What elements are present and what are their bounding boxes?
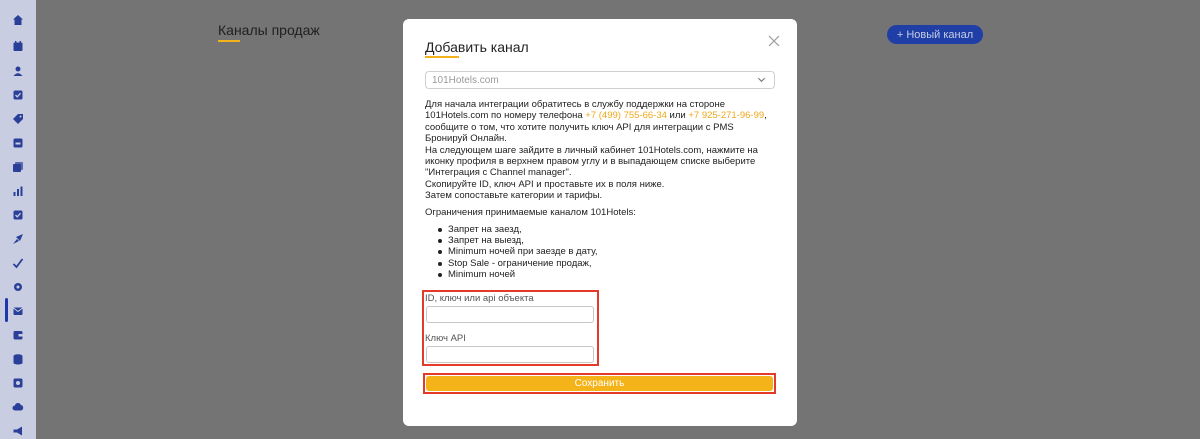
phone-link-2[interactable]: +7 925-271-96-99 [688,110,764,121]
chart-icon[interactable] [12,185,24,197]
add-channel-modal: Добавить канал 101Hotels.com Для начала … [403,19,797,426]
sidebar-active-indicator [5,298,8,322]
mail-check-icon[interactable] [12,209,24,221]
close-icon[interactable] [767,34,781,48]
tag-icon[interactable] [12,113,24,125]
instructions-paragraph-2: На следующем шаге зайдите в личный кабин… [425,144,758,179]
phone-link-1[interactable]: +7 (499) 755-66-34 [585,110,667,121]
list-item: Запрет на выезд, [435,235,598,246]
page-title-underline [218,40,240,42]
api-key-field[interactable] [426,346,594,363]
new-channel-button[interactable]: + Новый канал [887,25,983,44]
modal-title-underline [425,56,459,58]
list-item: Stop Sale - ограничение продаж, [435,258,598,269]
list-item: Minimum ночей [435,269,598,280]
settings-icon[interactable] [12,281,24,293]
limits-title: Ограничения принимаемые каналом 101Hotel… [425,207,636,218]
channels-icon[interactable] [12,305,24,317]
list-item: Запрет на заезд, [435,224,598,235]
integration-instructions: Для начала интеграции обратитесь в служб… [425,99,775,202]
user-icon[interactable] [12,65,24,77]
bed-icon[interactable] [12,137,24,149]
channel-select[interactable]: 101Hotels.com [425,71,775,89]
rocket-icon[interactable] [12,233,24,245]
wallet-icon[interactable] [12,329,24,341]
limits-list: Запрет на заезд, Запрет на выезд, Minimu… [435,224,598,280]
id-field[interactable] [426,306,594,323]
api-key-field-label: Ключ API [425,333,466,344]
instructions-paragraph-3: Скопируйте ID, ключ API и проставьте их … [425,178,665,190]
page-title: Каналы продаж [218,22,320,38]
cloud-icon[interactable] [12,401,24,413]
save-button[interactable]: Сохранить [426,376,773,391]
list-item: Minimum ночей при заезде в дату, [435,246,598,257]
database-icon[interactable] [12,353,24,365]
calendar-icon[interactable] [12,40,24,52]
folder-icon[interactable] [12,161,24,173]
channel-select-value: 101Hotels.com [432,74,499,86]
instructions-paragraph-1: Для начала интеграции обратитесь в служб… [425,99,767,145]
megaphone-icon[interactable] [12,425,24,437]
edit-check-icon[interactable] [12,257,24,269]
shield-icon[interactable] [12,377,24,389]
modal-title: Добавить канал [425,39,529,55]
sidebar [0,0,36,439]
id-field-label: ID, ключ или api объекта [425,293,534,304]
instructions-paragraph-4: Затем сопоставьте категории и тарифы. [425,190,603,202]
chevron-down-icon [757,71,766,89]
checklist-icon[interactable] [12,89,24,101]
home-icon[interactable] [12,14,24,26]
